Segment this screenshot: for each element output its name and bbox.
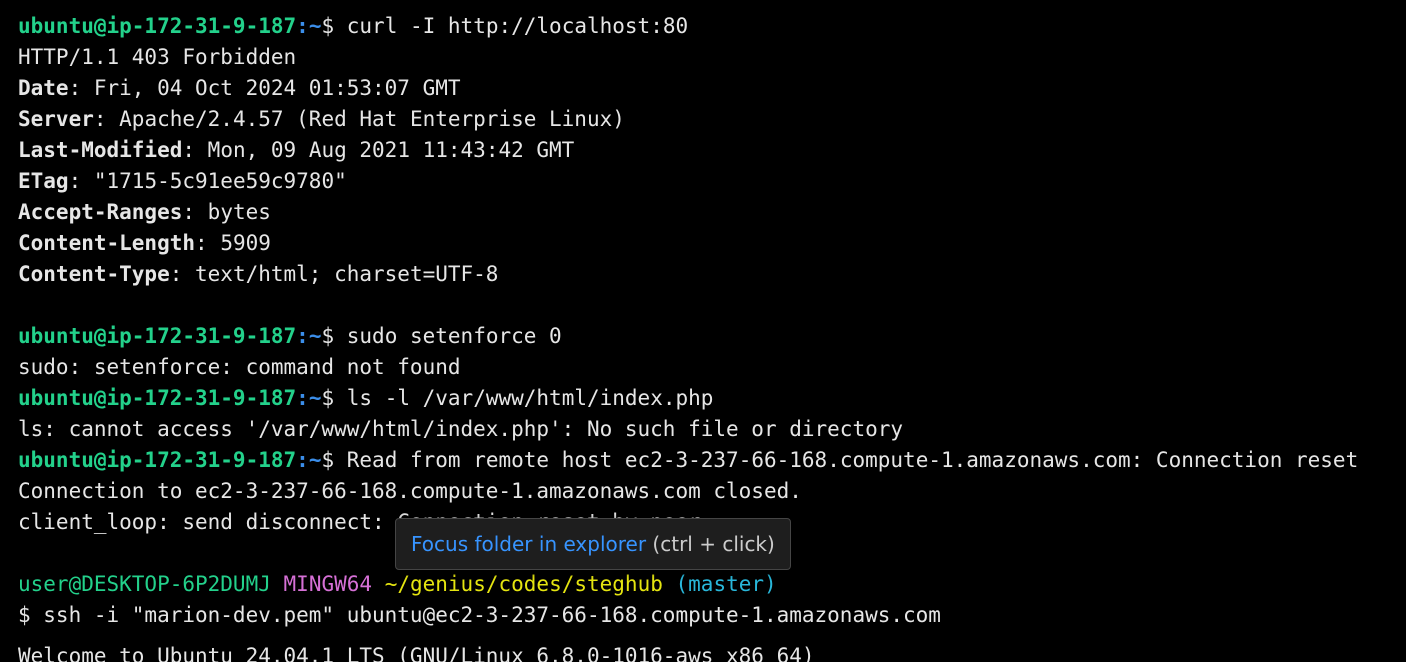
terminal-line: ubuntu@ip-172-31-9-187:~$ Read from remo… — [18, 445, 1406, 476]
http-header-line: Last-Modified: Mon, 09 Aug 2021 11:43:42… — [18, 138, 575, 162]
http-header-key: Content-Type — [18, 262, 170, 286]
prompt-path: ~ — [308, 324, 322, 348]
welcome-text: Welcome to Ubuntu 24.04.1 LTS (GNU/Linux… — [18, 644, 815, 662]
prompt-user-host: ubuntu@ip-172-31-9-187 — [18, 324, 297, 348]
prompt-user-host: ubuntu@ip-172-31-9-187 — [18, 14, 297, 38]
http-header-key: Last-Modified — [18, 138, 183, 162]
local-path-link[interactable]: ~/genius/codes/steghub — [385, 572, 663, 596]
local-user-host: user@DESKTOP-6P2DUMJ — [18, 572, 271, 596]
prompt-colon: : — [296, 386, 309, 410]
prompt-colon: : — [296, 324, 309, 348]
focus-folder-link[interactable]: Focus folder in explorer — [411, 532, 646, 556]
http-header-key: Date — [18, 76, 69, 100]
prompt-user-host: ubuntu@ip-172-31-9-187 — [18, 448, 297, 472]
http-header-line: Accept-Ranges: bytes — [18, 200, 271, 224]
http-header-key: Server — [18, 107, 94, 131]
command-text: ls -l /var/www/html/index.php — [346, 386, 714, 410]
http-header-value: Fri, 04 Oct 2024 01:53:07 GMT — [93, 76, 461, 100]
ssh-command-line: $ ssh -i "marion-dev.pem" ubuntu@ec2-3-2… — [18, 603, 941, 627]
git-branch: (master) — [675, 572, 777, 596]
http-header-value: bytes — [207, 200, 271, 224]
prompt-colon: : — [296, 14, 309, 38]
http-header-key: Content-Length — [18, 231, 196, 255]
http-header-value: text/html; charset=UTF-8 — [195, 262, 499, 286]
prompt-symbol: $ — [321, 448, 347, 472]
prompt-path: ~ — [308, 386, 322, 410]
error-output: sudo: setenforce: command not found — [18, 355, 461, 379]
prompt-user-host: ubuntu@ip-172-31-9-187 — [18, 386, 297, 410]
mingw-label: MINGW64 — [283, 572, 373, 596]
error-output: ls: cannot access '/var/www/html/index.p… — [18, 417, 904, 441]
terminal-line: ubuntu@ip-172-31-9-187:~$ ls -l /var/www… — [18, 383, 1406, 414]
http-header-line: Content-Type: text/html; charset=UTF-8 — [18, 262, 499, 286]
http-header-key: Accept-Ranges — [18, 200, 183, 224]
prompt-symbol: $ — [321, 324, 347, 348]
http-header-line: Server: Apache/2.4.57 (Red Hat Enterpris… — [18, 107, 625, 131]
prompt-colon: : — [296, 448, 309, 472]
http-header-line: Content-Length: 5909 — [18, 231, 271, 255]
local-prompt-line: user@DESKTOP-6P2DUMJ MINGW64 ~/genius/co… — [18, 569, 1406, 600]
welcome-line-partial: Welcome to Ubuntu 24.04.1 LTS (GNU/Linux… — [18, 631, 1406, 662]
command-text: curl -I http://localhost:80 — [346, 14, 689, 38]
http-header-line: ETag: "1715-5c91ee59c9780" — [18, 169, 347, 193]
terminal-line: ubuntu@ip-172-31-9-187:~$ sudo setenforc… — [18, 321, 1406, 352]
http-header-value: Mon, 09 Aug 2021 11:43:42 GMT — [207, 138, 575, 162]
client-loop-text: client_loop: send disconnect: — [18, 510, 398, 534]
prompt-path: ~ — [308, 14, 322, 38]
prompt-path: ~ — [308, 448, 322, 472]
command-text: Read from remote host ec2-3-237-66-168.c… — [346, 448, 1359, 472]
http-header-value: Apache/2.4.57 (Red Hat Enterprise Linux) — [119, 107, 625, 131]
prompt-symbol: $ — [321, 386, 347, 410]
command-text: sudo setenforce 0 — [346, 324, 562, 348]
http-header-value: 5909 — [220, 231, 271, 255]
prompt-symbol: $ — [321, 14, 347, 38]
http-header-key: ETag — [18, 169, 69, 193]
focus-folder-tooltip: Focus folder in explorer (ctrl + click) — [395, 518, 791, 570]
tooltip-hint: (ctrl + click) — [646, 532, 775, 556]
terminal-line: ubuntu@ip-172-31-9-187:~$ curl -I http:/… — [18, 11, 1406, 42]
http-header-line: Date: Fri, 04 Oct 2024 01:53:07 GMT — [18, 76, 461, 100]
http-header-value: "1715-5c91ee59c9780" — [93, 169, 347, 193]
http-status-line: HTTP/1.1 403 Forbidden — [18, 45, 297, 69]
connection-closed-output: Connection to ec2-3-237-66-168.compute-1… — [18, 479, 802, 503]
